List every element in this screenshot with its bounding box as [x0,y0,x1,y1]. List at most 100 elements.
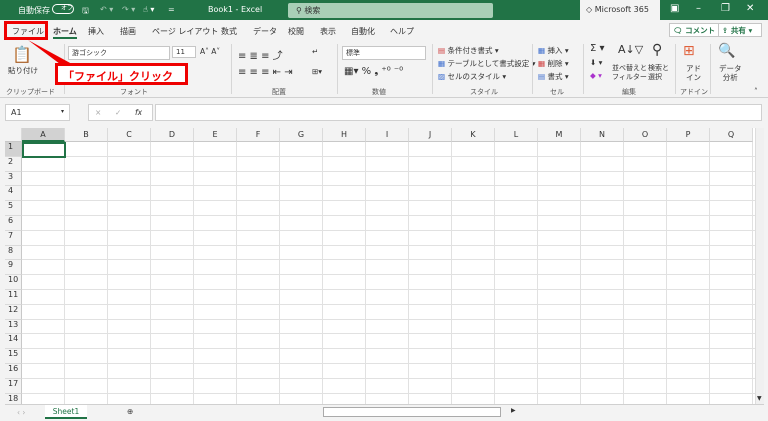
close-icon[interactable]: ✕ [746,3,754,14]
row-header-18[interactable]: 18 [5,393,22,404]
data-analysis-button[interactable]: データ 分析 [719,64,742,82]
search-box[interactable]: ⚲ 検索 [288,3,493,18]
row-header-4[interactable]: 4 [5,186,22,202]
cell-styles-button[interactable]: ▨ セルのスタイル ▾ [438,71,506,82]
redo-icon[interactable]: ↷ ▾ [122,5,135,14]
tab-automate[interactable]: 自動化 [351,26,375,37]
vertical-scrollbar[interactable]: ▼ [755,128,764,404]
restore-icon[interactable]: ❐ [721,3,730,14]
row-header-14[interactable]: 14 [5,334,22,350]
scroll-right-icon[interactable]: ▶ [511,407,516,414]
tab-draw[interactable]: 描画 [120,26,136,37]
row-header-7[interactable]: 7 [5,230,22,246]
font-grow-shrink-icon[interactable]: A˄ A˅ [200,47,220,56]
add-sheet-icon[interactable]: ⊕ [127,407,133,416]
row-header-6[interactable]: 6 [5,216,22,231]
undo-icon[interactable]: ↶ ▾ [100,5,113,14]
autosave-toggle[interactable]: オフ [52,4,74,14]
column-header-O[interactable]: O [624,128,667,142]
touch-mode-icon[interactable]: ☝ ▾ [143,5,154,14]
row-header-10[interactable]: 10 [5,275,22,290]
tab-help[interactable]: ヘルプ [390,26,414,37]
find-select-button[interactable]: 検索と 選択 [648,64,669,82]
column-header-D[interactable]: D [151,128,194,142]
tab-data[interactable]: データ [253,26,277,37]
sheet-tab[interactable]: Sheet1 [45,405,87,419]
find-select-icon: ⚲ [652,42,663,58]
autosum-icon[interactable]: Σ ▾ [590,43,605,54]
column-header-I[interactable]: I [366,128,409,142]
column-header-B[interactable]: B [65,128,108,142]
number-format-icons[interactable]: ▦▾ % ❟ ⁺⁰ ⁻⁰ [344,66,403,77]
collapse-ribbon-icon[interactable]: ˄ [754,87,758,96]
minimize-icon[interactable]: – [696,3,701,14]
row-header-8[interactable]: 8 [5,245,22,261]
row-header-1[interactable]: 1 [5,142,22,157]
name-box[interactable]: A1 ▾ [5,104,70,121]
row-header-12[interactable]: 12 [5,304,22,320]
row-header-5[interactable]: 5 [5,201,22,216]
sort-filter-button[interactable]: 並べ替えと フィルター [612,64,647,82]
delete-cells-button[interactable]: ▦ 削除 ▾ [538,58,569,69]
sheet-nav-icons[interactable]: ‹ › [17,408,25,417]
row-header-15[interactable]: 15 [5,349,22,364]
row-header-3[interactable]: 3 [5,171,22,187]
ribbon-display-icon[interactable]: ▣ [670,3,679,14]
insert-label: 挿入 [547,46,563,55]
microsoft-365-button[interactable]: ◇ Microsoft 365 [580,0,660,20]
horizontal-scrollbar[interactable] [323,407,501,417]
tab-review[interactable]: 校閲 [288,26,304,37]
column-header-C[interactable]: C [108,128,151,142]
row-header-17[interactable]: 17 [5,378,22,394]
tab-insert[interactable]: 挿入 [88,26,104,37]
chevron-down-icon[interactable]: ▾ [61,108,64,115]
wrap-text-icon[interactable]: ↵ [312,47,318,56]
number-format-select[interactable]: 標準 [342,46,426,60]
tab-view[interactable]: 表示 [320,26,336,37]
clear-icon[interactable]: ◆ ▾ [590,71,602,80]
select-all-corner[interactable] [5,128,22,142]
addins-button[interactable]: アド イン [686,64,701,82]
insert-cells-button[interactable]: ▦ 挿入 ▾ [538,45,569,56]
enter-icon[interactable]: ✓ [115,108,121,117]
styles-group-label: スタイル [470,88,498,96]
font-size-select[interactable]: 11 [172,46,196,58]
column-header-P[interactable]: P [667,128,710,142]
column-header-N[interactable]: N [581,128,624,142]
row-header-16[interactable]: 16 [5,364,22,379]
active-cell-a1[interactable] [22,142,66,158]
cancel-icon[interactable]: × [95,108,101,117]
font-name-select[interactable]: 游ゴシック [68,46,170,60]
row-header-9[interactable]: 9 [5,260,22,276]
row-header-13[interactable]: 13 [5,319,22,335]
scroll-down-icon[interactable]: ▼ [757,395,762,402]
column-header-M[interactable]: M [538,128,581,142]
merge-icon[interactable]: ⊞▾ [312,67,322,76]
save-icon[interactable]: 🖫 [82,5,89,19]
insert-function-icon[interactable]: fx [135,108,142,117]
share-button[interactable]: ⇪ 共有 ▾ [718,23,762,37]
format-cells-button[interactable]: ▤ 書式 ▾ [538,71,569,82]
customize-qat-icon[interactable]: = [168,5,175,14]
format-as-table-button[interactable]: ▦ テーブルとして書式設定 ▾ [438,58,535,69]
vertical-align-icons[interactable]: ≡ ≣ ≡ ⤴ [238,47,283,62]
column-header-Q[interactable]: Q [710,128,753,142]
column-header-E[interactable]: E [194,128,237,142]
horizontal-align-icons[interactable]: ≡ ≡ ≡ ⇤ ⇥ [238,67,293,78]
row-header-11[interactable]: 11 [5,290,22,305]
fill-icon[interactable]: ⬇ ▾ [590,58,602,67]
formula-input[interactable] [155,104,762,121]
column-header-J[interactable]: J [409,128,452,142]
column-header-H[interactable]: H [323,128,366,142]
column-header-K[interactable]: K [452,128,495,142]
row-header-2[interactable]: 2 [5,156,22,172]
comment-button[interactable]: 🗨 コメント [669,23,720,37]
column-header-F[interactable]: F [237,128,280,142]
conditional-format-button[interactable]: ▤ 条件付き書式 ▾ [438,45,499,56]
tab-formulas[interactable]: 数式 [221,26,237,37]
worksheet-grid[interactable]: A B C D E F G H I J K L M N O P Q 1 2 3 4 5 6 7 8 9 10 11 12 13 14 15 16… [5,128,755,404]
column-header-A[interactable]: A [22,128,65,142]
column-header-L[interactable]: L [495,128,538,142]
column-header-G[interactable]: G [280,128,323,142]
tab-page-layout[interactable]: ページ レイアウト [152,26,218,37]
